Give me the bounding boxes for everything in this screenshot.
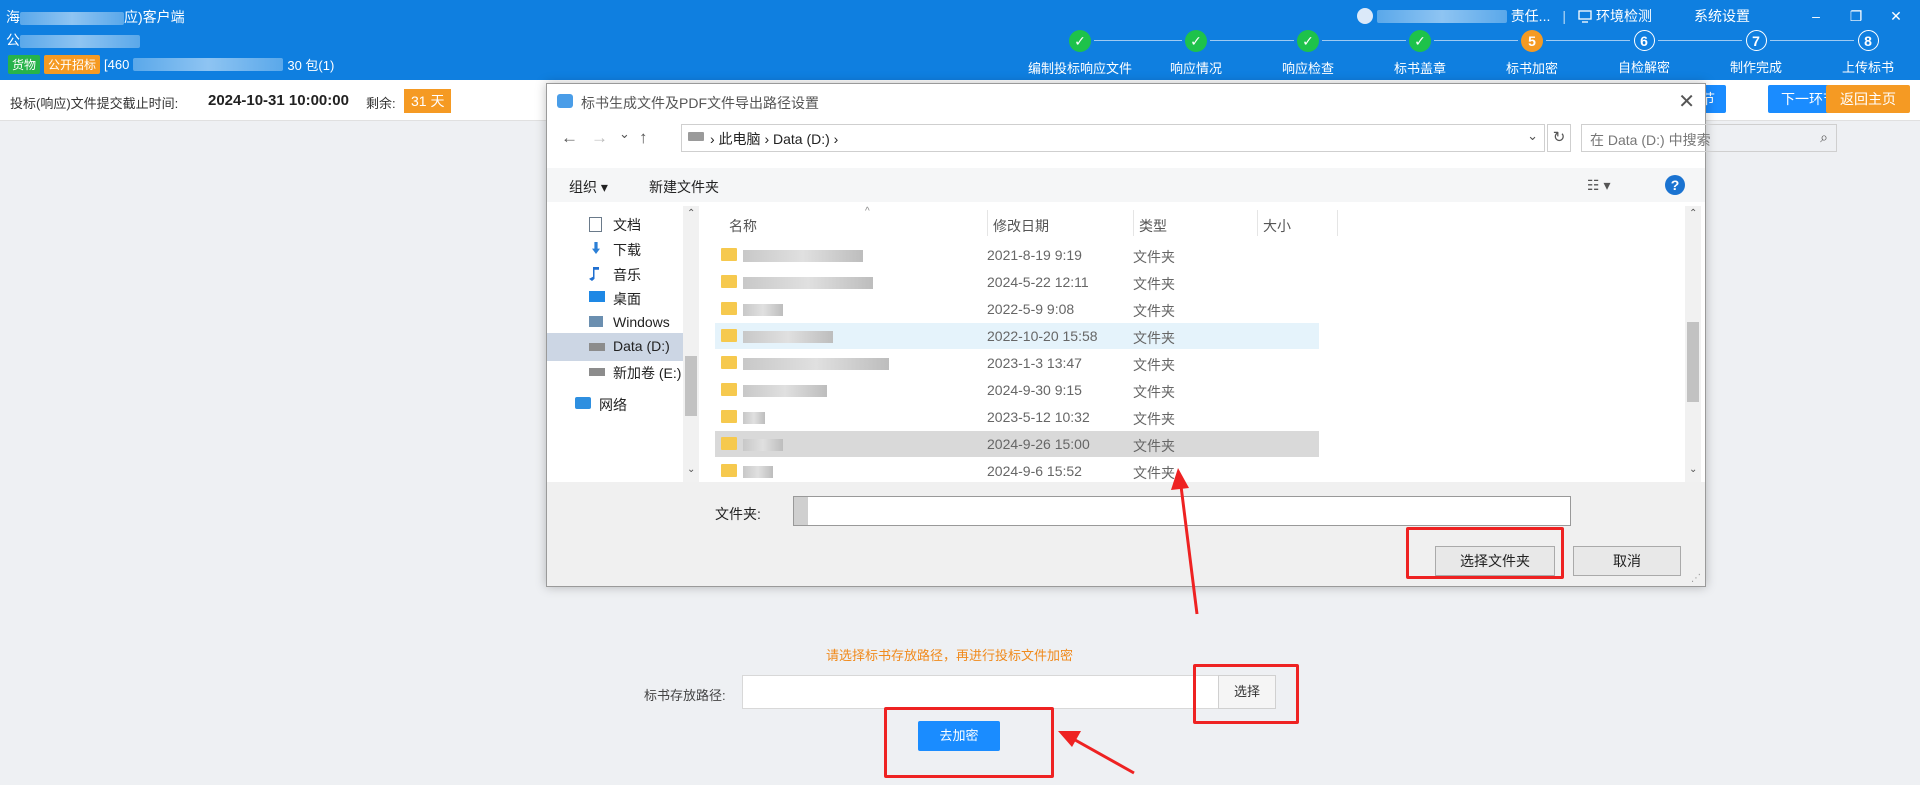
arrow-head-up	[1171, 468, 1189, 490]
arrow-line-left	[1067, 734, 1135, 775]
arrow-head-left	[1058, 731, 1081, 747]
arrow-line-up	[1178, 477, 1199, 615]
annotation-arrows	[1058, 468, 1199, 775]
